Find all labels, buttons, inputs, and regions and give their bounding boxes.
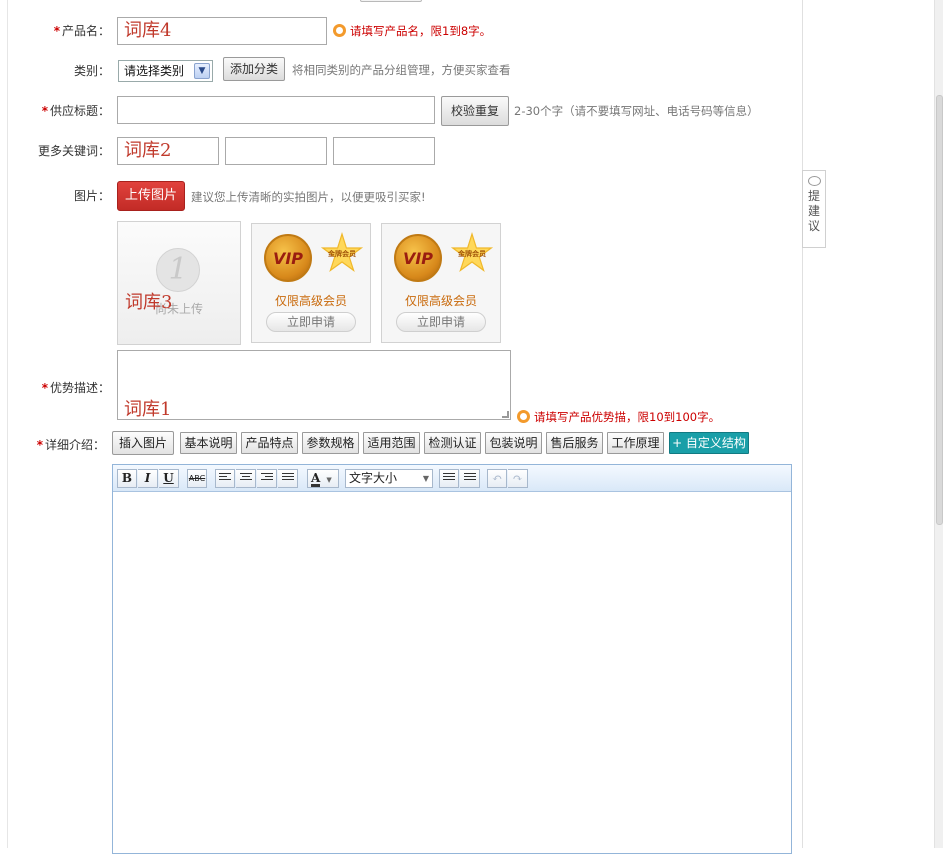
feedback-tab[interactable]: 提 建 议 [802, 170, 826, 248]
align-left-icon[interactable] [215, 469, 235, 488]
info-icon [333, 24, 346, 37]
chevron-down-icon: ▼ [194, 63, 210, 79]
align-center-icon[interactable] [236, 469, 256, 488]
page-scrollbar[interactable] [934, 0, 943, 848]
features-button[interactable]: 产品特点 [241, 432, 298, 454]
apply-now-button[interactable]: 立即申请 [396, 312, 486, 332]
undo-icon[interactable]: ↶ [487, 469, 507, 488]
info-icon [517, 410, 530, 423]
vip-only-title: 仅限高级会员 [404, 294, 477, 308]
apply-now-button[interactable]: 立即申请 [266, 312, 356, 332]
keyword-input-1[interactable]: 词库2 [117, 137, 219, 165]
numbered-list-icon[interactable] [460, 469, 480, 488]
scrollbar-thumb[interactable] [936, 95, 943, 525]
slot-number: 1 [156, 248, 200, 292]
required-star: * [53, 24, 60, 38]
justify-icon[interactable] [278, 469, 298, 488]
strikethrough-button[interactable]: ABC [187, 469, 207, 488]
category-label: 类别： [73, 64, 110, 78]
keywords-label: 更多关键词： [37, 144, 110, 158]
left-gutter [0, 0, 8, 848]
gold-member-medal-icon: 金牌会员 [450, 232, 494, 276]
image-slot-2: VIP 金牌会员 仅限高级会员 立即申请 [251, 223, 371, 343]
custom-structure-button[interactable]: + 自定义结构 [669, 432, 749, 454]
rich-text-editor[interactable]: B I U ABC A ▼ 文字大小 ▼ ↶ ↷ [112, 464, 792, 854]
basic-info-button[interactable]: 基本说明 [180, 432, 237, 454]
details-label: * 详细介绍： [36, 438, 105, 452]
image-hint: 建议您上传清晰的实拍图片，以便更吸引买家! [191, 190, 426, 204]
supply-title-input[interactable] [117, 96, 435, 124]
bold-button[interactable]: B [117, 469, 137, 488]
product-name-input[interactable]: 词库4 [117, 17, 327, 45]
bullet-list-icon[interactable] [439, 469, 459, 488]
editor-toolbar: B I U ABC A ▼ 文字大小 ▼ ↶ ↷ [113, 465, 791, 492]
font-color-button[interactable]: A ▼ [307, 469, 339, 488]
insert-image-button[interactable]: 插入图片 [112, 431, 174, 455]
category-hint: 将相同类别的产品分组管理，方便买家查看 [292, 63, 511, 77]
resize-handle[interactable] [502, 411, 509, 418]
certification-button[interactable]: 检测认证 [424, 432, 481, 454]
advantage-hint: 请填写产品优势描，限10到100字。 [517, 409, 720, 425]
after-sales-button[interactable]: 售后服务 [546, 432, 603, 454]
chevron-down-icon: ▼ [326, 475, 332, 484]
speech-bubble-icon [807, 176, 821, 186]
slot-overlay-text: 词库3 [125, 292, 173, 313]
specs-button[interactable]: 参数规格 [302, 432, 359, 454]
supply-title-hint: 2-30个字（请不要填写网址、电话号码等信息） [514, 104, 759, 118]
upload-image-button[interactable]: 上传图片 [117, 181, 185, 211]
product-name-hint: 请填写产品名，限1到8字。 [333, 23, 491, 39]
advantage-textarea[interactable]: 词库1 [117, 350, 511, 420]
advantage-text: 词库1 [124, 399, 172, 420]
scope-button[interactable]: 适用范围 [363, 432, 420, 454]
add-category-button[interactable]: 添加分类 [223, 57, 285, 81]
right-panel [802, 0, 943, 848]
advantage-label: * 优势描述： [41, 381, 110, 395]
product-name-label: * 产品名： [53, 24, 110, 38]
underline-button[interactable]: U [159, 469, 179, 488]
font-size-select[interactable]: 文字大小 ▼ [345, 469, 433, 488]
gold-member-medal-icon: 金牌会员 [320, 232, 364, 276]
working-principle-button[interactable]: 工作原理 [607, 432, 664, 454]
redo-icon[interactable]: ↷ [508, 469, 528, 488]
chevron-down-icon: ▼ [422, 474, 429, 483]
image-label: 图片： [73, 189, 110, 203]
align-right-icon[interactable] [257, 469, 277, 488]
top-partial-button[interactable] [360, 0, 422, 2]
check-duplicate-button[interactable]: 校验重复 [441, 96, 509, 126]
category-select[interactable]: 请选择类别 ▼ [118, 60, 213, 82]
keyword-input-2[interactable] [225, 137, 327, 165]
vip-badge-icon: VIP [264, 234, 312, 282]
keyword-input-3[interactable] [333, 137, 435, 165]
vip-badge-icon: VIP [394, 234, 442, 282]
image-slot-1[interactable]: 1 尚未上传 词库3 [117, 221, 241, 345]
image-slot-3: VIP 金牌会员 仅限高级会员 立即申请 [381, 223, 501, 343]
vip-only-title: 仅限高级会员 [274, 294, 347, 308]
italic-button[interactable]: I [138, 469, 158, 488]
supply-title-label: * 供应标题： [41, 104, 110, 118]
packaging-button[interactable]: 包装说明 [485, 432, 542, 454]
